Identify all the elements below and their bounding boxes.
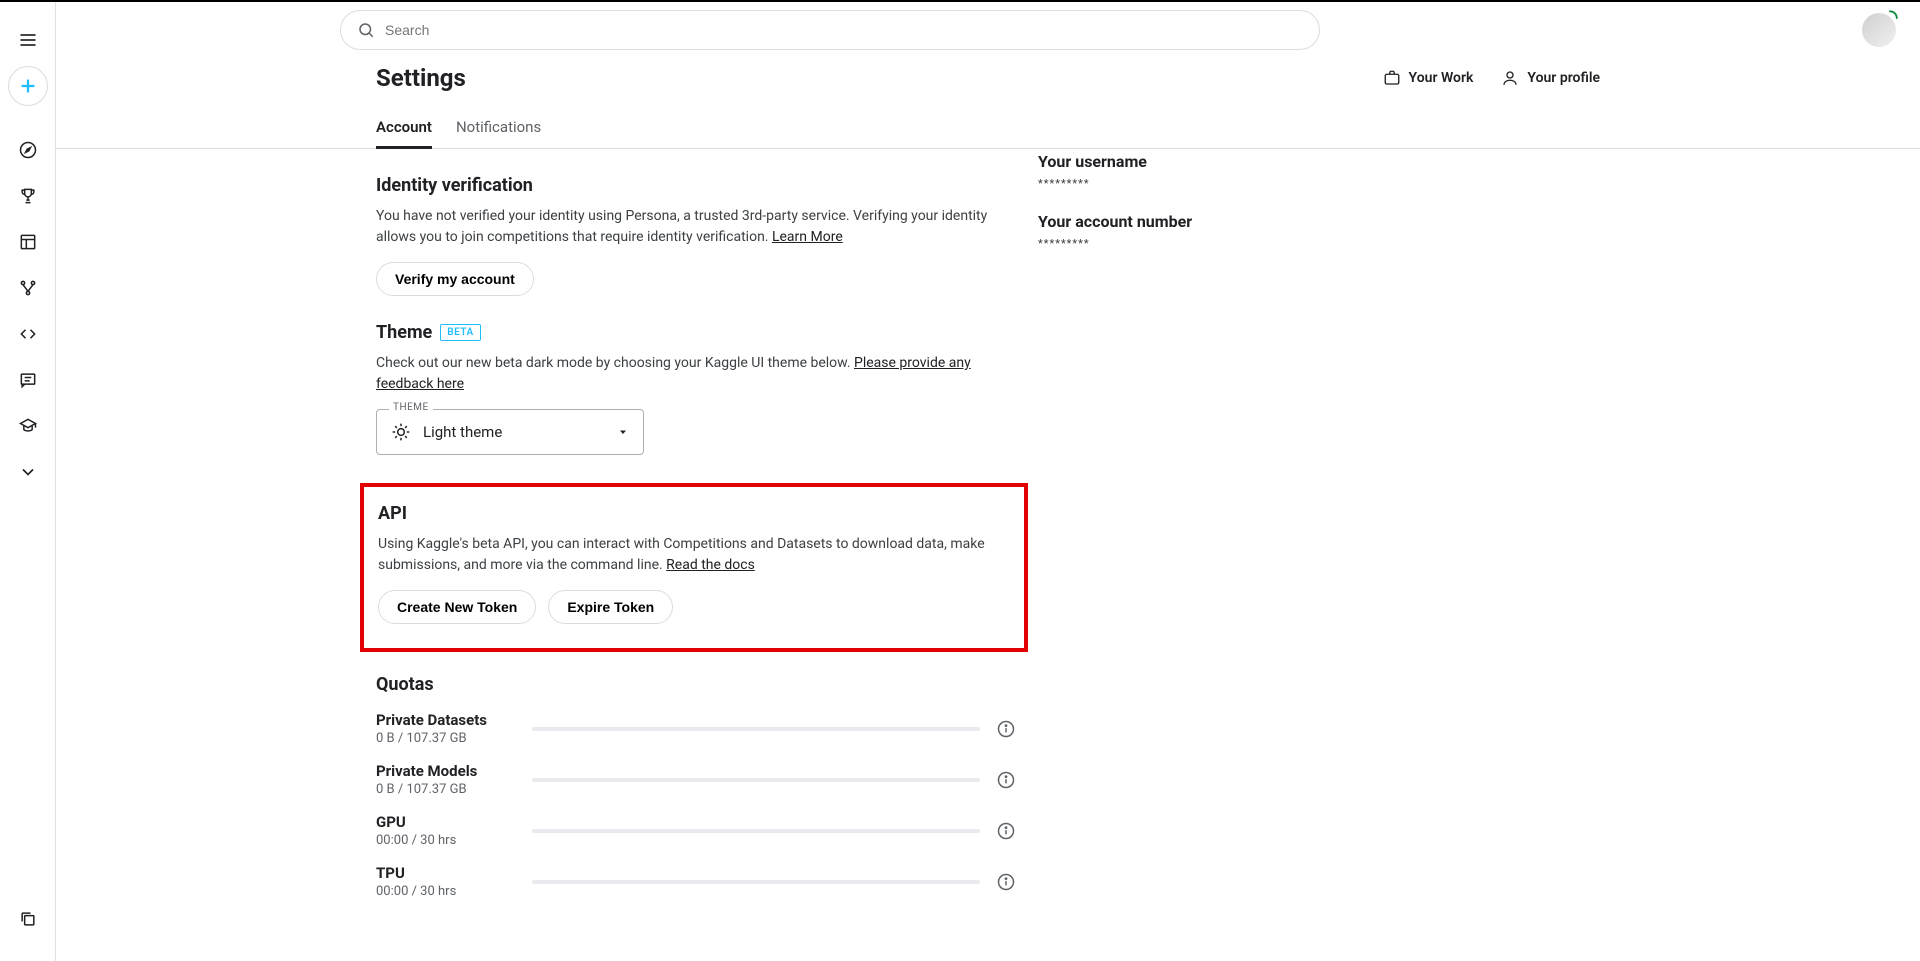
quota-usage: 00:00 / 30 hrs (376, 884, 516, 899)
search-input-wrap[interactable] (340, 10, 1320, 50)
create-token-button[interactable]: Create New Token (378, 590, 536, 624)
compass-icon[interactable] (8, 130, 48, 170)
tabs: Account Notifications (56, 108, 1920, 149)
tab-notifications[interactable]: Notifications (456, 108, 541, 148)
avatar-progress-icon (1881, 9, 1899, 27)
section-identity: Identity verification You have not verif… (376, 175, 1026, 296)
avatar[interactable] (1862, 13, 1896, 47)
create-button[interactable] (8, 66, 48, 106)
person-icon (1501, 69, 1519, 87)
username-label: Your username (1038, 152, 1192, 171)
section-quotas: Quotas Private Datasets 0 B / 107.37 GB … (376, 674, 1016, 899)
section-api: API Using Kaggle's beta API, you can int… (378, 503, 1010, 624)
info-icon[interactable] (996, 719, 1016, 739)
model-icon[interactable] (8, 268, 48, 308)
section-api-highlight: API Using Kaggle's beta API, you can int… (360, 483, 1028, 652)
sidebar (0, 2, 56, 961)
account-label: Your account number (1038, 212, 1192, 231)
your-profile-link[interactable]: Your profile (1501, 69, 1600, 87)
quotas-title: Quotas (376, 674, 1016, 695)
quota-usage: 0 B / 107.37 GB (376, 731, 516, 746)
quota-bar (532, 829, 980, 833)
theme-select-value: Light theme (423, 423, 502, 441)
quota-name: Private Datasets (376, 711, 516, 729)
chevron-down-icon (617, 426, 629, 438)
expand-icon[interactable] (8, 452, 48, 492)
identity-desc: You have not verified your identity usin… (376, 206, 1026, 248)
quota-row: Private Datasets 0 B / 107.37 GB (376, 711, 1016, 746)
info-icon[interactable] (996, 821, 1016, 841)
code-icon[interactable] (8, 314, 48, 354)
your-work-link[interactable]: Your Work (1383, 69, 1474, 87)
your-profile-label: Your profile (1527, 70, 1600, 86)
quota-row: GPU 00:00 / 30 hrs (376, 813, 1016, 848)
table-icon[interactable] (8, 222, 48, 262)
quota-row: TPU 00:00 / 30 hrs (376, 864, 1016, 899)
trophy-icon[interactable] (8, 176, 48, 216)
briefcase-icon (1383, 69, 1401, 87)
quota-bar (532, 880, 980, 884)
account-value: ********* (1038, 237, 1192, 250)
username-value: ********* (1038, 177, 1192, 190)
info-icon[interactable] (996, 872, 1016, 892)
your-work-label: Your Work (1409, 70, 1474, 86)
theme-desc-text: Check out our new beta dark mode by choo… (376, 355, 854, 371)
theme-select[interactable]: THEME Light theme (376, 409, 644, 455)
theme-desc: Check out our new beta dark mode by choo… (376, 353, 1026, 395)
theme-title: Theme (376, 322, 432, 343)
quota-name: Private Models (376, 762, 516, 780)
main: Settings Your Work Your profile (56, 2, 1920, 961)
learn-icon[interactable] (8, 406, 48, 446)
identity-learn-more-link[interactable]: Learn More (772, 229, 843, 245)
quota-name: TPU (376, 864, 516, 882)
verify-account-button[interactable]: Verify my account (376, 262, 534, 296)
api-docs-link[interactable]: Read the docs (666, 557, 755, 573)
info-icon[interactable] (996, 770, 1016, 790)
quota-row: Private Models 0 B / 107.37 GB (376, 762, 1016, 797)
sun-icon (391, 422, 411, 442)
quota-bar (532, 727, 980, 731)
search-icon (357, 21, 375, 39)
expire-token-button[interactable]: Expire Token (548, 590, 673, 624)
api-desc: Using Kaggle's beta API, you can interac… (378, 534, 1010, 576)
quota-usage: 0 B / 107.37 GB (376, 782, 516, 797)
identity-title: Identity verification (376, 175, 1026, 196)
page-title: Settings (376, 64, 466, 92)
quota-bar (532, 778, 980, 782)
tab-account[interactable]: Account (376, 108, 432, 148)
copy-icon[interactable] (8, 899, 48, 939)
quota-name: GPU (376, 813, 516, 831)
search-input[interactable] (385, 22, 1303, 38)
beta-badge: BETA (440, 324, 480, 341)
hamburger-icon[interactable] (8, 20, 48, 60)
theme-select-label: THEME (389, 402, 433, 413)
quota-usage: 00:00 / 30 hrs (376, 833, 516, 848)
identity-desc-text: You have not verified your identity usin… (376, 208, 987, 245)
api-title: API (378, 503, 1010, 524)
section-theme: Theme BETA Check out our new beta dark m… (376, 322, 1026, 455)
right-panel: Your username ********* Your account num… (1038, 152, 1192, 272)
discussion-icon[interactable] (8, 360, 48, 400)
